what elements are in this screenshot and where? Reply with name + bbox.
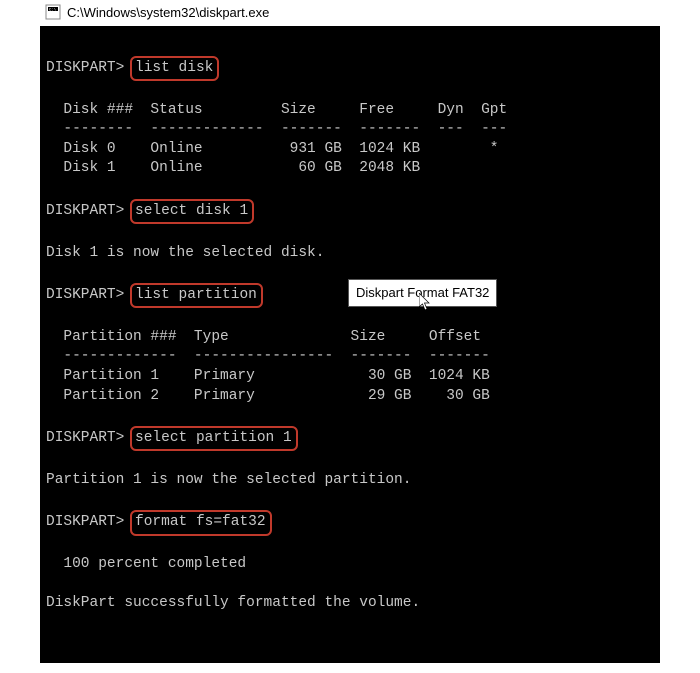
prompt: DISKPART> <box>46 287 124 303</box>
disk-row-1: Disk 1 Online 60 GB 2048 KB <box>46 160 420 176</box>
prompt: DISKPART> <box>46 514 124 530</box>
disk-row-0: Disk 0 Online 931 GB 1024 KB * <box>46 141 498 157</box>
part-table-header: Partition ### Type Size Offset <box>46 329 481 345</box>
prompt: DISKPART> <box>46 203 124 219</box>
window-title: C:\Windows\system32\diskpart.exe <box>67 5 269 20</box>
prompt: DISKPART> <box>46 60 124 76</box>
part-row-1: Partition 2 Primary 29 GB 30 GB <box>46 388 490 404</box>
svg-text:C:\: C:\ <box>49 8 57 13</box>
part-table-divider: ------------- ---------------- ------- -… <box>46 348 490 364</box>
terminal-output[interactable]: DISKPART> list disk Disk ### Status Size… <box>40 26 660 663</box>
part-row-0: Partition 1 Primary 30 GB 1024 KB <box>46 368 490 384</box>
disk-table-divider: -------- ------------- ------- ------- -… <box>46 121 507 137</box>
msg-success: DiskPart successfully formatted the volu… <box>46 595 420 611</box>
cmd-select-disk: select disk 1 <box>130 199 254 225</box>
app-icon: C:\ <box>45 4 61 20</box>
msg-percent: 100 percent completed <box>63 556 246 572</box>
window-titlebar: C:\ C:\Windows\system32\diskpart.exe <box>0 0 700 26</box>
mouse-cursor-icon <box>419 255 436 330</box>
msg-disk-selected: Disk 1 is now the selected disk. <box>46 245 324 261</box>
msg-partition-selected: Partition 1 is now the selected partitio… <box>46 472 411 488</box>
prompt: DISKPART> <box>46 430 124 446</box>
cmd-select-partition: select partition 1 <box>130 426 298 452</box>
cmd-format: format fs=fat32 <box>130 510 272 536</box>
cmd-list-partition: list partition <box>130 283 263 309</box>
disk-table-header: Disk ### Status Size Free Dyn Gpt <box>46 102 507 118</box>
cmd-list-disk: list disk <box>130 56 219 82</box>
